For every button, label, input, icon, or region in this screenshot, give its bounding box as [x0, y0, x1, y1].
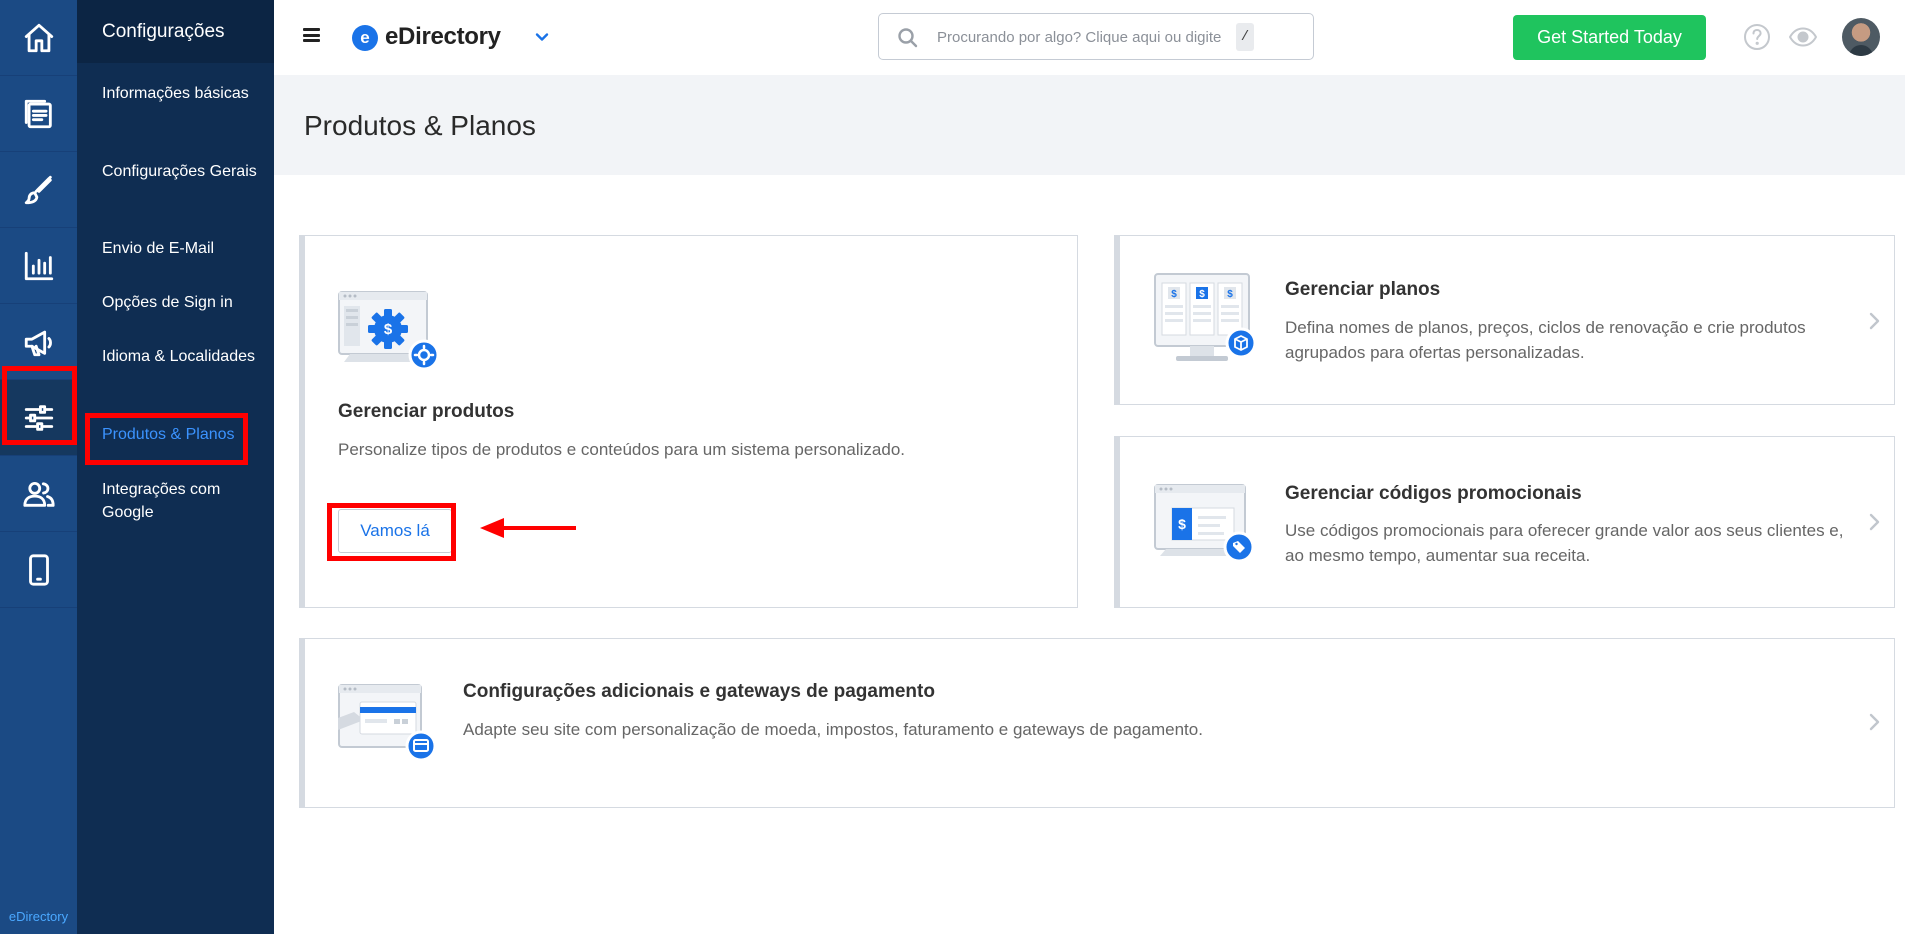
rail-reports[interactable]	[0, 228, 77, 304]
chevron-down-icon[interactable]	[532, 27, 552, 47]
mobile-icon	[28, 553, 49, 586]
content-icon	[24, 99, 52, 128]
help-icon[interactable]	[1742, 22, 1772, 52]
card-manage-plans[interactable]: $ $ $ Gerenciar planos Defina nomes de p…	[1114, 235, 1895, 405]
megaphone-icon	[24, 330, 52, 356]
users-icon	[22, 481, 55, 507]
eye-icon[interactable]	[1788, 22, 1818, 52]
card-manage-promo-codes[interactable]: $ Gerenciar códigos promocionais Use cód…	[1114, 436, 1895, 608]
rail-mobile[interactable]	[0, 532, 77, 608]
subnav-item-general-settings[interactable]: Configurações Gerais	[102, 160, 262, 183]
search-shortcut-key: /	[1236, 23, 1254, 51]
rail-brand: eDirectory	[8, 909, 69, 924]
card-title: Gerenciar códigos promocionais	[1285, 483, 1582, 504]
logo-mark: e	[352, 25, 378, 51]
search-input[interactable]	[937, 24, 1247, 50]
svg-text:$: $	[1227, 289, 1233, 300]
card-title: Gerenciar produtos	[338, 401, 515, 422]
card-description: Defina nomes de planos, preços, ciclos d…	[1285, 318, 1806, 362]
chevron-right-icon	[1863, 711, 1885, 733]
subnav-item-sign-in[interactable]: Opções de Sign in	[102, 291, 262, 314]
card-description: Use códigos promocionais para oferecer g…	[1285, 521, 1844, 565]
chevron-right-icon	[1863, 511, 1885, 533]
brush-icon	[24, 175, 52, 204]
promo-illustration-icon: $	[1154, 484, 1255, 563]
subnav-item-google[interactable]: Integrações com Google	[102, 478, 262, 524]
search-icon	[898, 28, 918, 48]
page-header: Produtos & Planos	[274, 75, 1905, 175]
rail-settings[interactable]	[0, 380, 77, 456]
icon-rail: eDirectory	[0, 0, 77, 934]
rail-home[interactable]	[0, 0, 77, 76]
rail-promote[interactable]	[0, 304, 77, 380]
chart-icon	[24, 251, 53, 280]
card-description: Personalize tipos de produtos e conteúdo…	[338, 440, 906, 459]
home-icon	[24, 23, 53, 52]
chevron-right-icon	[1863, 310, 1885, 332]
subnav-item-products-plans[interactable]: Produtos & Planos	[102, 423, 262, 446]
svg-text:$: $	[1171, 289, 1177, 300]
card-description: Adapte seu site com personalização de mo…	[463, 720, 1203, 739]
card-manage-products: $ Gerenciar produtos Personalize tipos d…	[299, 235, 1078, 608]
subnav-title: Configurações	[77, 0, 274, 63]
settings-sliders-icon	[24, 404, 53, 431]
svg-text:$: $	[384, 321, 393, 338]
red-arrow-icon	[480, 518, 576, 538]
top-bar: e eDirectory / Get Started Today	[274, 0, 1905, 75]
search-box[interactable]: /	[878, 13, 1314, 60]
subnav-item-basic-info[interactable]: Informações básicas	[102, 82, 262, 105]
get-started-button[interactable]: Get Started Today	[1513, 15, 1706, 60]
subnav-item-language[interactable]: Idioma & Localidades	[102, 345, 262, 368]
svg-text:$: $	[1199, 289, 1205, 300]
rail-users[interactable]	[0, 456, 77, 532]
card-title: Configurações adicionais e gateways de p…	[463, 681, 935, 702]
rail-design[interactable]	[0, 152, 77, 228]
settings-subnav: Configurações Informações básicas Config…	[77, 0, 274, 934]
card-additional-payment[interactable]: Configurações adicionais e gateways de p…	[299, 638, 1895, 808]
plans-illustration-icon: $ $ $	[1154, 273, 1257, 361]
logo-text[interactable]: eDirectory	[385, 23, 501, 51]
page-title: Produtos & Planos	[304, 110, 536, 141]
subnav-item-email[interactable]: Envio de E-Mail	[102, 237, 262, 260]
avatar[interactable]	[1842, 18, 1880, 56]
svg-text:$: $	[1178, 516, 1186, 532]
lets-go-button[interactable]: Vamos lá	[338, 509, 452, 553]
products-illustration-icon: $	[338, 291, 440, 371]
rail-content[interactable]	[0, 76, 77, 152]
menu-icon[interactable]	[303, 28, 320, 42]
card-title: Gerenciar planos	[1285, 279, 1441, 300]
payment-illustration-icon	[338, 684, 437, 762]
